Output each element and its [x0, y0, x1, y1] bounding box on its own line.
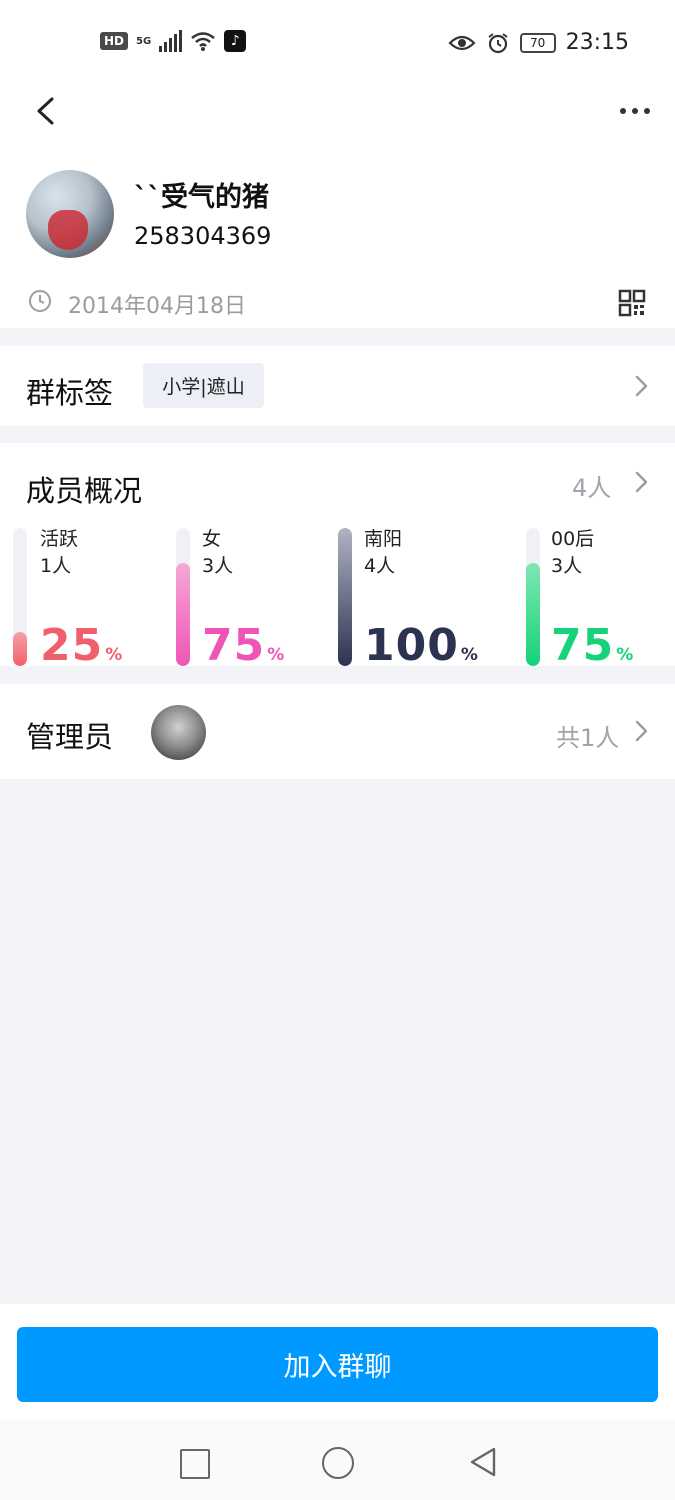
stat-label-region: 南阳 [364, 528, 403, 550]
group-name: ``受气的猪 [134, 182, 269, 213]
stat-percent-age: 75% [551, 620, 635, 671]
chevron-right-icon[interactable] [634, 374, 650, 398]
stat-count-region: 4人 [364, 555, 396, 577]
stat-bar-region [338, 528, 352, 666]
alarm-icon [487, 32, 508, 53]
battery-icon: 70 [519, 32, 556, 53]
more-icon[interactable] [615, 96, 655, 126]
back-icon[interactable] [30, 96, 60, 126]
admin-title: 管理员 [26, 720, 114, 754]
admin-count: 共1人 [556, 724, 620, 752]
chevron-right-icon[interactable] [634, 719, 650, 743]
stat-percent-region: 100% [364, 620, 479, 671]
stat-fill-age [526, 562, 540, 666]
stat-fill-female [176, 562, 190, 666]
qr-code-icon[interactable] [618, 289, 646, 317]
status-left: HD 5G ♪ [100, 30, 247, 52]
home-icon[interactable] [322, 1447, 354, 1479]
stat-bar-active [13, 528, 27, 666]
nav-back-icon[interactable] [468, 1446, 498, 1478]
stat-fill-active [13, 631, 27, 666]
stat-label-age: 00后 [551, 528, 595, 550]
stat-bar-female [176, 528, 190, 666]
hd-icon: HD [100, 32, 129, 50]
clock-time: 23:15 [565, 30, 629, 55]
stat-count-active: 1人 [40, 555, 72, 577]
stat-label-active: 活跃 [40, 528, 79, 550]
members-count[interactable]: 4人 [572, 468, 611, 503]
group-avatar[interactable] [26, 170, 114, 258]
join-group-button[interactable]: 加入群聊 [17, 1327, 658, 1402]
chevron-right-icon[interactable] [634, 470, 650, 494]
network-type: 5G [136, 35, 152, 47]
tiktok-icon: ♪ [224, 30, 247, 52]
group-id: 258304369 [134, 222, 272, 250]
wifi-icon [191, 32, 215, 51]
clock-icon [29, 290, 51, 312]
signal-icon [159, 30, 183, 52]
group-tag-title: 群标签 [26, 376, 114, 410]
stat-label-female: 女 [202, 528, 222, 550]
members-overview-title: 成员概况 [26, 474, 143, 508]
stat-percent-active: 25% [40, 620, 124, 671]
stat-bar-age [526, 528, 540, 666]
admin-avatar[interactable] [151, 705, 206, 760]
stat-count-age: 3人 [551, 555, 583, 577]
group-tag-chip[interactable]: 小学|遮山 [143, 363, 264, 408]
stat-percent-female: 75% [202, 620, 286, 671]
created-date: 2014年04月18日 [68, 294, 246, 319]
eye-icon [448, 35, 476, 50]
stat-fill-region [338, 528, 352, 666]
status-right: 70 23:15 [448, 30, 629, 55]
stat-count-female: 3人 [202, 555, 234, 577]
recent-apps-icon[interactable] [180, 1449, 210, 1479]
